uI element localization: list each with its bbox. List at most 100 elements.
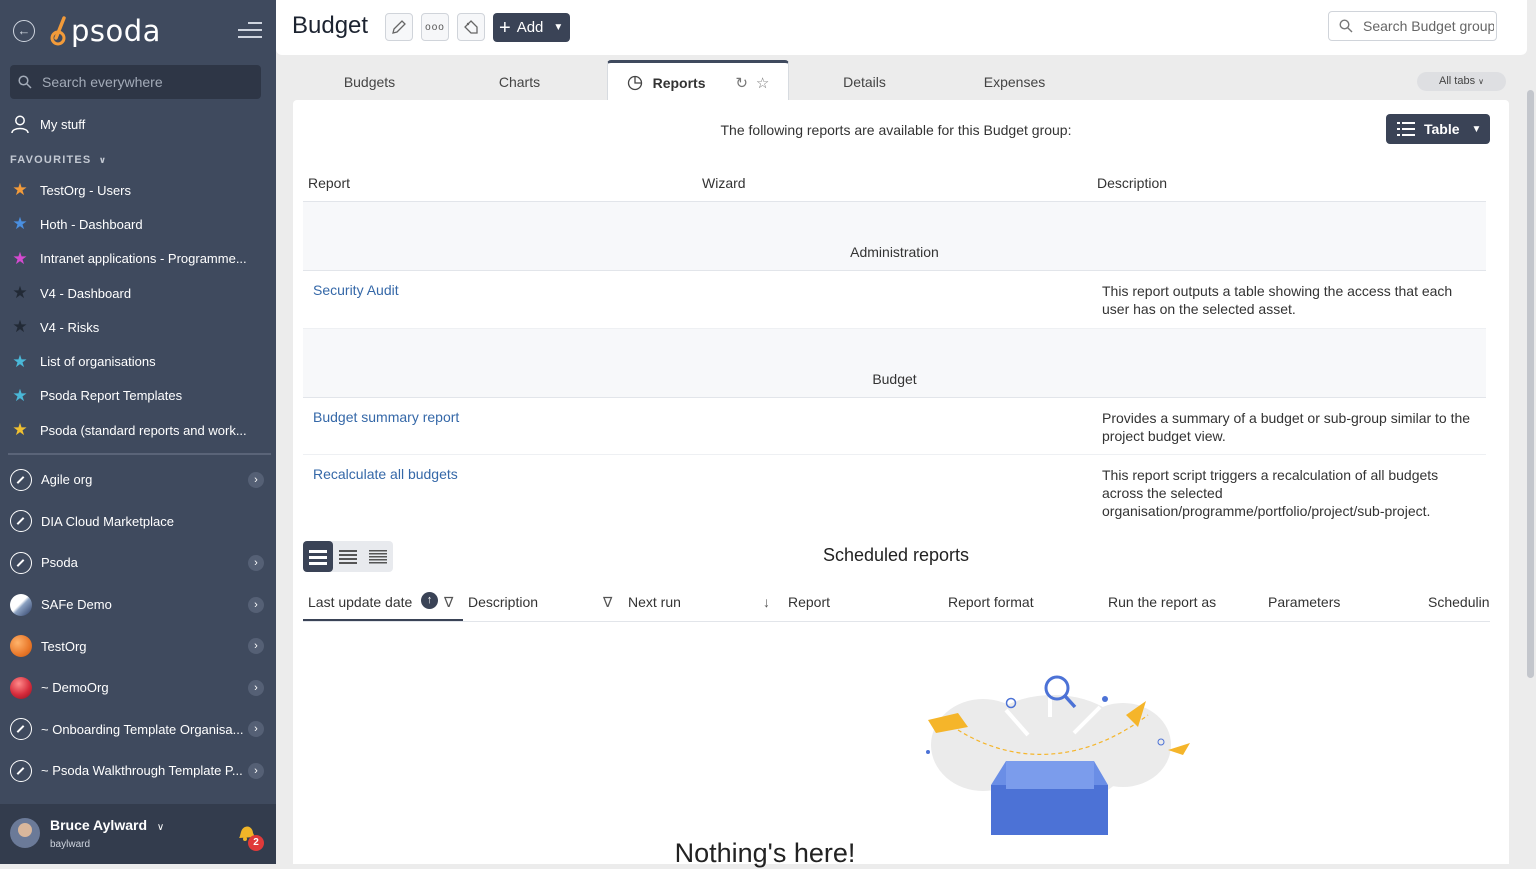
org-item[interactable]: Agile org › bbox=[0, 459, 276, 501]
my-stuff-label: My stuff bbox=[40, 116, 86, 132]
report-link[interactable]: Budget summary report bbox=[313, 409, 459, 425]
org-item[interactable]: SAFe Demo › bbox=[0, 584, 276, 626]
add-button[interactable]: + Add ▼ bbox=[493, 13, 570, 42]
more-options-button[interactable]: ooo bbox=[421, 13, 449, 41]
tag-icon bbox=[464, 20, 478, 34]
tab-budgets[interactable]: Budgets bbox=[293, 60, 446, 100]
compass-icon bbox=[10, 759, 32, 782]
pencil-icon bbox=[392, 20, 406, 34]
reports-table-header: Report Wizard Description bbox=[303, 168, 1486, 202]
favourite-label: V4 - Dashboard bbox=[40, 285, 132, 301]
global-search bbox=[10, 65, 261, 99]
tab-reports[interactable]: Reports ↻ ☆ bbox=[607, 60, 789, 100]
filter-icon[interactable]: ∇ bbox=[444, 594, 453, 611]
favourite-item[interactable]: ★ Hoth - Dashboard bbox=[0, 207, 276, 241]
report-link[interactable]: Recalculate all budgets bbox=[313, 466, 458, 482]
scheduled-table-header: Last update date ↑ ∇ Description ∇ Next … bbox=[303, 586, 1490, 622]
star-icon: ★ bbox=[12, 317, 28, 337]
all-tabs-button[interactable]: All tabs ∨ bbox=[1417, 72, 1506, 91]
reports-table: Report Wizard Description Administration… bbox=[303, 168, 1486, 525]
org-item[interactable]: Psoda › bbox=[0, 542, 276, 584]
chevron-down-icon: ▼ bbox=[1471, 123, 1482, 135]
psoda-logo[interactable]: psoda bbox=[50, 14, 161, 48]
my-stuff-link[interactable]: My stuff bbox=[10, 114, 85, 134]
favourite-item[interactable]: ★ Psoda Report Templates bbox=[0, 379, 276, 413]
page-scrollbar[interactable] bbox=[1527, 90, 1534, 678]
search-icon bbox=[1339, 19, 1353, 33]
star-icon: ★ bbox=[12, 283, 28, 303]
favourite-item[interactable]: ★ V4 - Dashboard bbox=[0, 276, 276, 310]
edit-button[interactable] bbox=[385, 13, 413, 41]
favourite-item[interactable]: ★ Psoda (standard reports and work... bbox=[0, 413, 276, 447]
column-header[interactable]: Report format bbox=[948, 594, 1034, 610]
chevron-right-icon[interactable]: › bbox=[248, 721, 264, 738]
plus-icon: + bbox=[499, 16, 511, 39]
column-header[interactable]: Last update date bbox=[308, 594, 412, 610]
org-label: Agile org bbox=[41, 472, 93, 488]
report-group-header: Budget bbox=[303, 329, 1486, 398]
tab-expenses[interactable]: Expenses bbox=[936, 60, 1093, 100]
tab-bar: Budgets Charts Reports ↻ ☆ Details Expen… bbox=[293, 60, 1509, 100]
compass-icon bbox=[10, 551, 32, 574]
column-header[interactable]: Run the report as bbox=[1108, 594, 1216, 610]
favourites-heading[interactable]: FAVOURITES ∨ bbox=[10, 154, 107, 166]
list-icon bbox=[1397, 122, 1415, 136]
favourite-label: List of organisations bbox=[40, 354, 156, 370]
report-description: This report script triggers a recalculat… bbox=[1102, 467, 1439, 519]
chevron-right-icon[interactable]: › bbox=[248, 762, 264, 779]
sort-ascending-icon[interactable]: ↑ bbox=[421, 592, 438, 609]
page-header: Budget ooo + Add ▼ bbox=[276, 0, 1527, 55]
column-header[interactable]: Next run bbox=[628, 594, 681, 610]
column-header[interactable]: Report bbox=[788, 594, 830, 610]
favourite-item[interactable]: ★ TestOrg - Users bbox=[0, 173, 276, 207]
global-search-input[interactable] bbox=[40, 73, 240, 91]
favourites-list: ★ TestOrg - Users ★ Hoth - Dashboard ★ I… bbox=[0, 173, 276, 447]
org-item[interactable]: ~ Onboarding Template Organisa... › bbox=[0, 709, 276, 751]
sidebar-header: ← psoda bbox=[0, 0, 276, 62]
sort-descending-icon[interactable]: ↓ bbox=[763, 594, 770, 610]
favourite-label: V4 - Risks bbox=[40, 319, 100, 335]
tab-charts[interactable]: Charts bbox=[446, 60, 593, 100]
org-item[interactable]: TestOrg › bbox=[0, 625, 276, 667]
report-description: This report outputs a table showing the … bbox=[1102, 283, 1453, 317]
add-label: Add bbox=[516, 19, 544, 36]
org-item[interactable]: ~ DemoOrg › bbox=[0, 667, 276, 709]
column-header[interactable]: Parameters bbox=[1268, 594, 1340, 610]
table-row: Recalculate all budgets This report scri… bbox=[303, 455, 1486, 525]
favourite-item[interactable]: ★ V4 - Risks bbox=[0, 310, 276, 344]
chevron-right-icon[interactable]: › bbox=[248, 638, 264, 655]
star-outline-icon[interactable]: ☆ bbox=[756, 75, 769, 92]
column-header[interactable]: Schedulin bbox=[1428, 594, 1490, 610]
tag-button[interactable] bbox=[457, 13, 485, 41]
back-icon[interactable]: ← bbox=[13, 20, 35, 42]
org-item[interactable]: ~ Psoda Walkthrough Template P... › bbox=[0, 750, 276, 792]
collapse-menu-icon[interactable] bbox=[238, 22, 262, 40]
tab-label: Charts bbox=[498, 74, 541, 90]
compass-icon bbox=[10, 468, 32, 491]
column-header[interactable]: Description bbox=[468, 594, 538, 610]
favourite-item[interactable]: ★ Intranet applications - Programme... bbox=[0, 242, 276, 276]
refresh-icon[interactable]: ↻ bbox=[735, 75, 748, 92]
user-name: Bruce Aylward ∨ bbox=[50, 817, 164, 833]
chevron-right-icon[interactable]: › bbox=[248, 679, 264, 696]
user-icon bbox=[11, 115, 29, 134]
report-link[interactable]: Security Audit bbox=[313, 282, 399, 298]
tab-label: Details bbox=[843, 74, 886, 90]
chevron-right-icon[interactable]: › bbox=[248, 554, 264, 571]
reports-panel: The following reports are available for … bbox=[293, 100, 1509, 868]
column-header: Report bbox=[308, 175, 351, 191]
empty-box-illustration-icon bbox=[926, 675, 1190, 835]
all-tabs-label: All tabs bbox=[1439, 75, 1476, 87]
chevron-right-icon[interactable]: › bbox=[248, 596, 264, 613]
favourite-item[interactable]: ★ List of organisations bbox=[0, 344, 276, 378]
tab-details[interactable]: Details bbox=[793, 60, 936, 100]
view-mode-button[interactable]: Table ▼ bbox=[1386, 114, 1490, 144]
budget-search-input[interactable] bbox=[1361, 17, 1496, 35]
user-name-label: Bruce Aylward bbox=[50, 817, 147, 833]
org-item[interactable]: DIA Cloud Marketplace bbox=[0, 501, 276, 543]
tab-label: Expenses bbox=[983, 74, 1046, 90]
psoda-logo-mark-icon bbox=[50, 16, 66, 46]
filter-icon[interactable]: ∇ bbox=[603, 594, 612, 611]
sidebar-divider bbox=[8, 453, 271, 455]
chevron-right-icon[interactable]: › bbox=[248, 471, 264, 488]
